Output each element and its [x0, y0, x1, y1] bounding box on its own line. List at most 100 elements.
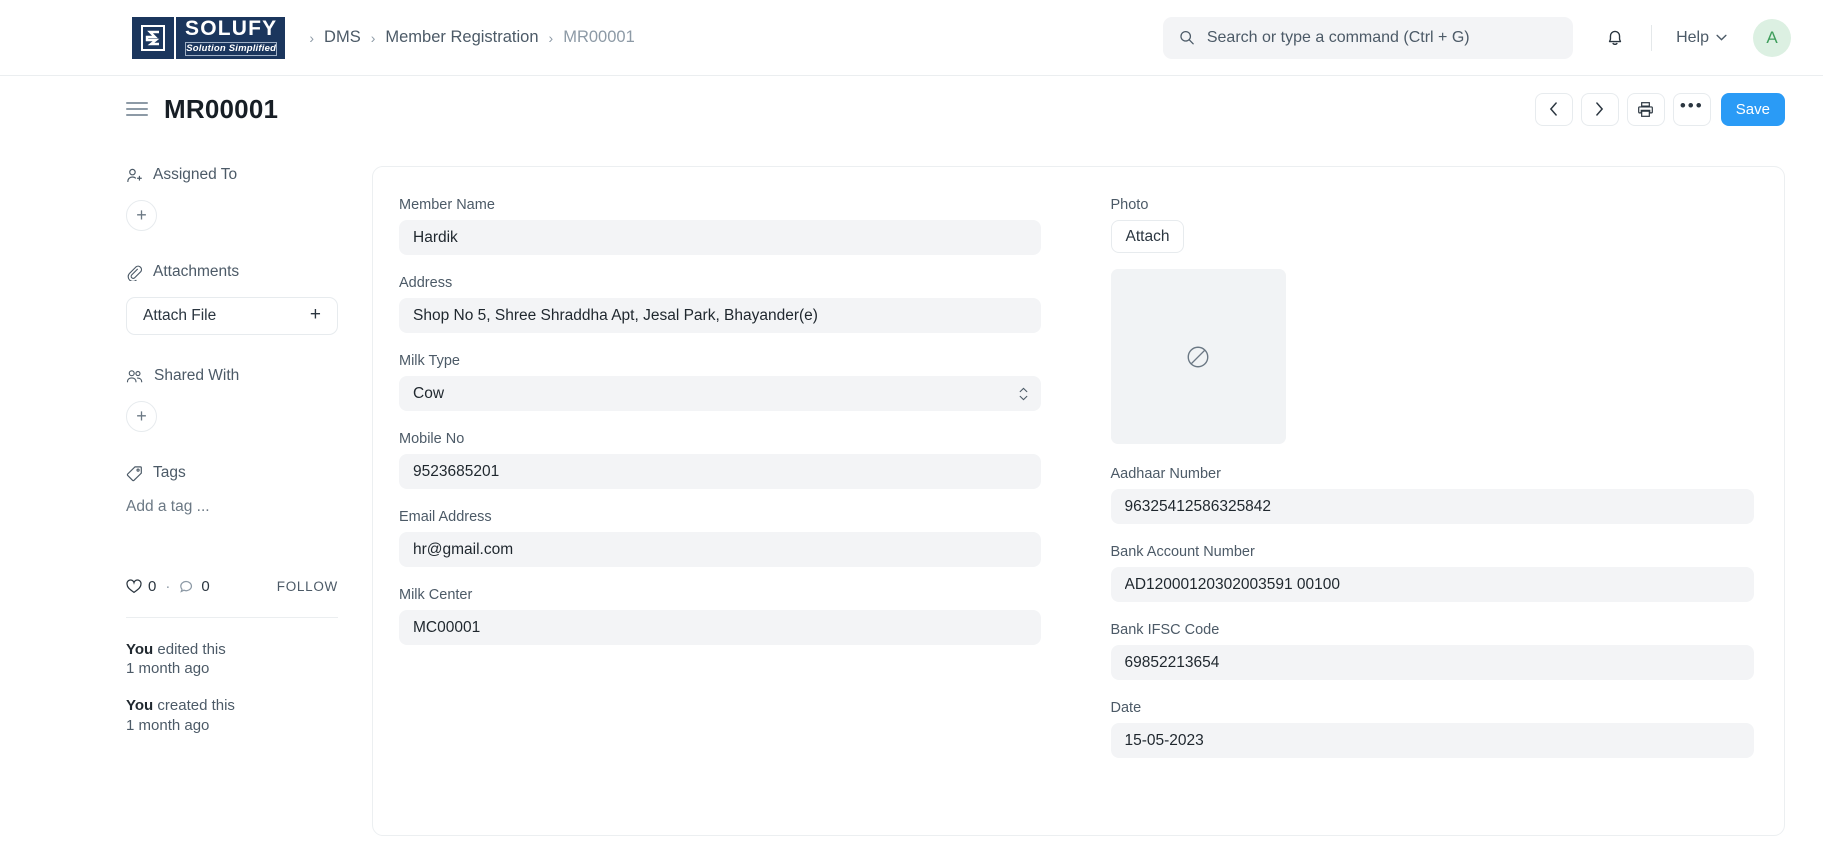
milk-type-select[interactable] [399, 376, 1041, 411]
comment-button[interactable]: 0 [179, 578, 210, 595]
search-input[interactable] [1206, 28, 1558, 47]
date-input[interactable] [1110, 723, 1754, 758]
navbar-right-group: Help A [1163, 16, 1791, 59]
add-tag-input[interactable]: Add a tag ... [126, 498, 342, 516]
users-icon [126, 369, 143, 382]
tag-icon [126, 465, 142, 481]
breadcrumb: › DMS › Member Registration › MR00001 [309, 28, 634, 47]
field-milk-center: Milk Center [399, 587, 1041, 645]
comment-icon [180, 580, 193, 593]
activity-item-edited: You edited this 1 month ago [126, 640, 338, 678]
breadcrumb-separator-icon: › [548, 29, 554, 46]
bank-account-number-input[interactable] [1110, 567, 1754, 602]
logo-wordmark: SOLUFY [185, 16, 278, 40]
like-count: 0 [148, 578, 157, 595]
field-bank-ifsc-code: Bank IFSC Code [1110, 622, 1754, 680]
help-label: Help [1676, 28, 1709, 46]
hamburger-icon[interactable] [126, 102, 148, 116]
add-shared-user-button[interactable]: + [126, 401, 157, 432]
help-menu-button[interactable]: Help [1668, 23, 1735, 53]
like-button[interactable]: 0 [126, 578, 156, 595]
field-label: Milk Center [399, 587, 473, 603]
page-actions: ••• Save [1534, 92, 1785, 126]
activity-actor: You [126, 641, 154, 658]
field-label: Email Address [399, 509, 492, 525]
avatar[interactable]: A [1753, 18, 1791, 57]
field-aadhaar-number: Aadhaar Number [1110, 466, 1754, 524]
email-address-input[interactable] [399, 532, 1041, 567]
field-date: Date [1110, 700, 1754, 758]
address-input[interactable] [399, 298, 1041, 333]
search-icon [1180, 30, 1194, 45]
field-label: Mobile No [399, 431, 465, 447]
avatar-initial: A [1766, 27, 1778, 47]
follow-button[interactable]: FOLLOW [277, 579, 338, 594]
field-label: Bank Account Number [1110, 544, 1255, 560]
notifications-button[interactable] [1595, 18, 1635, 58]
chevron-down-icon [1716, 34, 1727, 41]
breadcrumb-item-member-registration[interactable]: Member Registration [385, 28, 538, 47]
field-label: Aadhaar Number [1110, 466, 1221, 482]
sidebar: Assigned To + Attachments Attach File + … [126, 142, 342, 855]
form-column-left: Member Name Address Milk Type [373, 197, 1079, 835]
more-actions-button[interactable]: ••• [1672, 92, 1711, 126]
form-column-right: Photo Attach Aadhaar Number Bank Account… [1079, 197, 1785, 835]
shared-with-label: Shared With [154, 367, 240, 384]
field-label: Milk Type [399, 353, 460, 369]
brand-logo[interactable]: SOLUFY Solution Simplified [132, 16, 286, 59]
breadcrumb-separator-icon: › [370, 29, 376, 46]
milk-center-input[interactable] [399, 610, 1041, 645]
activity-time: 1 month ago [126, 660, 210, 678]
field-label: Bank IFSC Code [1110, 622, 1220, 638]
field-label: Photo [1110, 197, 1149, 213]
logo-mark-icon [132, 16, 174, 59]
paperclip-icon [127, 265, 142, 281]
attach-file-label: Attach File [143, 307, 217, 324]
page-header: MR00001 ••• Save [0, 76, 1823, 142]
milk-type-select-wrapper [399, 376, 1041, 411]
chevron-left-icon [1550, 102, 1558, 116]
field-member-name: Member Name [399, 197, 1041, 255]
activity-action: edited this [153, 641, 226, 658]
activity-actor: You [126, 697, 154, 715]
separator: · [165, 578, 171, 595]
field-label: Date [1110, 700, 1142, 716]
field-photo: Photo Attach [1110, 197, 1755, 444]
page-body: Assigned To + Attachments Attach File + … [0, 142, 1823, 855]
mobile-no-input[interactable] [399, 454, 1041, 489]
field-label: Member Name [399, 197, 495, 213]
assigned-to-label: Assigned To [153, 166, 238, 183]
social-row: 0 · 0 FOLLOW [126, 578, 338, 595]
top-navbar: SOLUFY Solution Simplified › DMS › Membe… [0, 0, 1823, 76]
sidebar-section-shared-with: Shared With [126, 367, 342, 385]
comment-count: 0 [201, 578, 210, 595]
logo-tagline: Solution Simplified [185, 41, 278, 57]
next-record-button[interactable] [1580, 92, 1619, 126]
plus-icon: + [309, 303, 321, 325]
field-milk-type: Milk Type [399, 353, 1041, 411]
bank-ifsc-code-input[interactable] [1110, 645, 1754, 680]
add-assignee-button[interactable]: + [126, 200, 157, 231]
activity-time: 1 month ago [126, 716, 210, 734]
photo-preview[interactable] [1110, 269, 1286, 444]
field-mobile-no: Mobile No [399, 431, 1041, 489]
prev-record-button[interactable] [1534, 92, 1573, 126]
print-button[interactable] [1626, 92, 1665, 126]
member-registration-form: Member Name Address Milk Type [372, 166, 1785, 836]
save-button[interactable]: Save [1720, 92, 1785, 126]
attachments-label: Attachments [153, 263, 240, 280]
more-actions-label: ••• [1679, 96, 1704, 115]
breadcrumb-separator-icon: › [309, 29, 315, 46]
divider [126, 617, 338, 618]
aadhaar-number-input[interactable] [1110, 489, 1754, 524]
photo-attach-button[interactable]: Attach [1110, 220, 1185, 253]
attach-file-button[interactable]: Attach File + [126, 297, 338, 335]
breadcrumb-item-dms[interactable]: DMS [324, 28, 361, 47]
field-bank-account-number: Bank Account Number [1110, 544, 1754, 602]
sidebar-section-tags: Tags [126, 464, 342, 482]
activity-item-created: You created this 1 month ago [126, 696, 338, 734]
field-address: Address [399, 275, 1041, 333]
global-search[interactable] [1163, 16, 1574, 59]
navbar-divider [1651, 24, 1653, 51]
member-name-input[interactable] [399, 220, 1041, 255]
